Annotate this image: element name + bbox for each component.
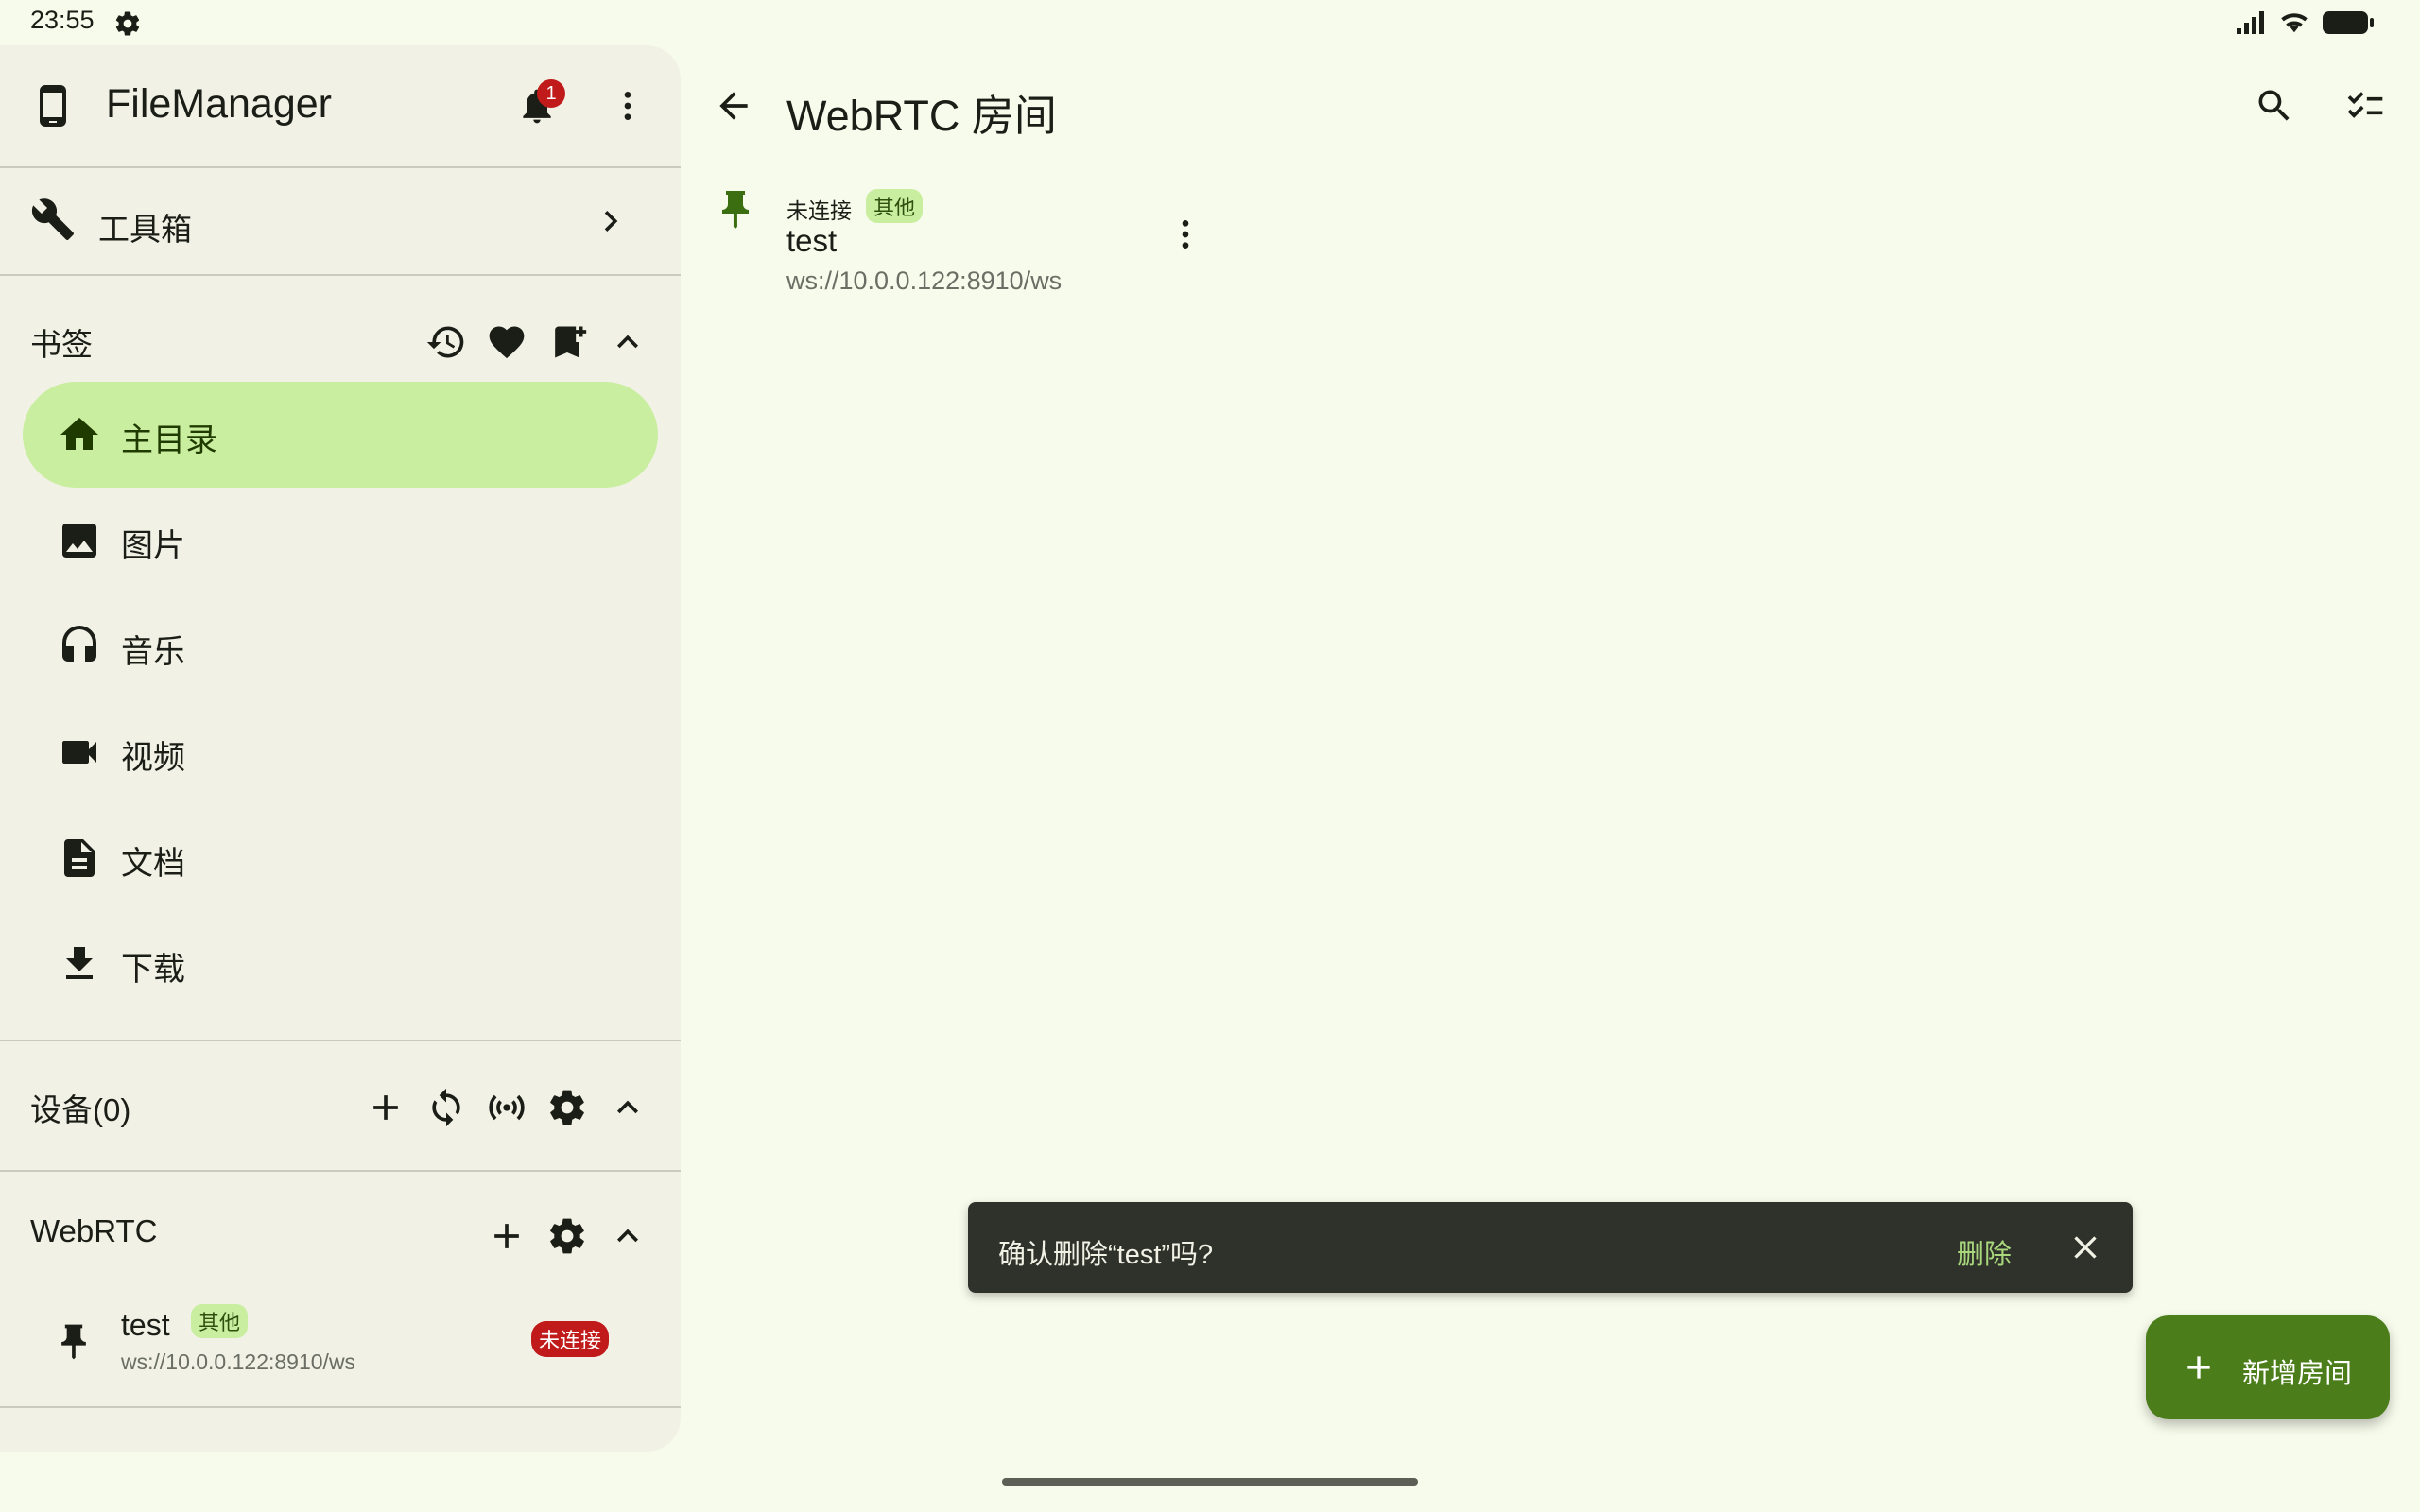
history-button[interactable] — [416, 312, 476, 372]
fab-label: 新增房间 — [2242, 1359, 2353, 1389]
bookmark-item-home[interactable]: 主目录 — [23, 382, 658, 488]
bookmark-item-videos[interactable]: 视频 — [23, 699, 658, 805]
more-vert-icon — [1182, 220, 1189, 249]
more-options-button[interactable] — [597, 76, 658, 136]
chevron-up-icon — [617, 1100, 638, 1114]
webrtc-room-name: test — [121, 1308, 170, 1342]
page-title: WebRTC 房间 — [786, 92, 1057, 140]
divider — [0, 1040, 681, 1041]
delete-button[interactable]: 删除 — [1957, 1232, 2012, 1272]
add-bookmark-button[interactable] — [537, 312, 597, 372]
status-time: 23:55 — [30, 6, 95, 34]
divider — [0, 1406, 681, 1408]
download-icon — [57, 941, 102, 987]
bookmark-label: 下载 — [121, 952, 185, 988]
chevron-up-icon — [617, 335, 638, 349]
room-tag-chip: 其他 — [866, 189, 924, 223]
bookmark-label: 视频 — [121, 740, 185, 776]
bookmark-label: 图片 — [121, 528, 185, 564]
image-icon — [57, 518, 102, 563]
headphones-icon — [57, 624, 102, 669]
bookmark-label: 主目录 — [121, 422, 217, 458]
delete-confirm-snackbar: 确认删除“test”吗? 删除 — [968, 1202, 2133, 1293]
arrow-back-icon — [719, 92, 748, 120]
devices-header: 设备(0) — [30, 1092, 131, 1127]
back-button[interactable] — [703, 76, 764, 136]
bookmark-add-icon — [555, 326, 587, 358]
gear-icon — [550, 1218, 584, 1254]
heart-icon — [489, 326, 525, 359]
search-button[interactable] — [2244, 76, 2305, 136]
chevron-up-icon — [617, 1228, 638, 1243]
webrtc-settings-button[interactable] — [537, 1206, 597, 1266]
home-icon — [57, 412, 102, 457]
broadcast-icon — [489, 1094, 525, 1121]
room-url: ws://10.0.0.122:8910/ws — [786, 266, 1063, 295]
collapse-bookmarks-button[interactable] — [597, 312, 658, 372]
add-icon — [2180, 1349, 2218, 1386]
notifications-button[interactable]: 1 — [507, 76, 567, 136]
bookmark-item-downloads[interactable]: 下载 — [23, 911, 658, 1017]
collapse-devices-button[interactable] — [597, 1077, 658, 1138]
select-mode-button[interactable] — [2335, 76, 2395, 136]
room-tag-chip: 其他 — [191, 1304, 249, 1338]
connection-status-badge: 未连接 — [531, 1321, 610, 1357]
sync-icon — [432, 1088, 460, 1127]
notification-badge: 1 — [537, 79, 565, 108]
snackbar-message: 确认删除“test”吗? — [998, 1240, 1214, 1270]
chevron-right-icon — [590, 200, 631, 242]
pin-icon — [53, 1321, 95, 1363]
signal-icon — [2235, 9, 2269, 36]
collapse-webrtc-button[interactable] — [597, 1206, 658, 1266]
add-icon — [494, 1224, 519, 1248]
room-name: test — [786, 223, 838, 258]
videocam-icon — [57, 730, 102, 775]
add-device-button[interactable] — [355, 1077, 416, 1138]
home-indicator[interactable] — [1002, 1478, 1418, 1486]
room-more-button[interactable] — [1155, 204, 1216, 265]
room-tag: 其他 — [191, 1304, 249, 1338]
favorites-button[interactable] — [476, 312, 537, 372]
checklist-icon — [2347, 92, 2383, 118]
bookmark-item-documents[interactable]: 文档 — [23, 805, 658, 911]
divider — [0, 1170, 681, 1172]
navigation-drawer: FileManager 1 工具箱 书签 主目录 图片 音乐 视频 文档 下载 … — [0, 45, 681, 1452]
broadcast-button[interactable] — [476, 1077, 537, 1138]
toolbox-row[interactable]: 工具箱 — [0, 168, 681, 274]
bookmark-item-music[interactable]: 音乐 — [23, 593, 658, 699]
bookmark-label: 文档 — [121, 846, 185, 882]
webrtc-header: WebRTC — [30, 1213, 158, 1248]
history-icon — [426, 326, 464, 358]
phone-icon — [30, 83, 76, 129]
add-room-fab[interactable]: 新增房间 — [2146, 1315, 2390, 1419]
app-title: FileManager — [106, 81, 332, 127]
more-vert-icon — [624, 92, 631, 120]
bookmark-item-pictures[interactable]: 图片 — [23, 488, 658, 593]
webrtc-room-item[interactable]: test 其他 ws://10.0.0.122:8910/ws 未连接 — [0, 1283, 681, 1406]
toolbox-label: 工具箱 — [98, 212, 192, 247]
close-icon — [2074, 1236, 2097, 1259]
webrtc-room-url: ws://10.0.0.122:8910/ws — [121, 1349, 356, 1374]
divider — [0, 274, 681, 276]
gear-icon — [550, 1090, 584, 1125]
add-room-button[interactable] — [476, 1206, 537, 1266]
battery-icon — [2322, 9, 2375, 36]
settings-gear-status-icon — [113, 9, 142, 38]
refresh-devices-button[interactable] — [416, 1077, 476, 1138]
room-list-item[interactable]: 未连接 其他 test ws://10.0.0.122:8910/ws — [703, 180, 1214, 312]
document-icon — [57, 835, 102, 881]
bookmarks-header: 书签 — [30, 327, 93, 362]
add-icon — [373, 1095, 398, 1120]
device-settings-button[interactable] — [537, 1077, 597, 1138]
status-bar: 23:55 — [0, 0, 2420, 45]
dismiss-snackbar-button[interactable] — [2055, 1217, 2116, 1278]
bookmark-label: 音乐 — [121, 634, 185, 670]
room-connection-status: 未连接 — [786, 198, 852, 223]
pin-icon — [713, 187, 758, 232]
wifi-icon — [2278, 8, 2310, 36]
search-icon — [2258, 90, 2290, 121]
wrench-icon — [30, 197, 76, 242]
